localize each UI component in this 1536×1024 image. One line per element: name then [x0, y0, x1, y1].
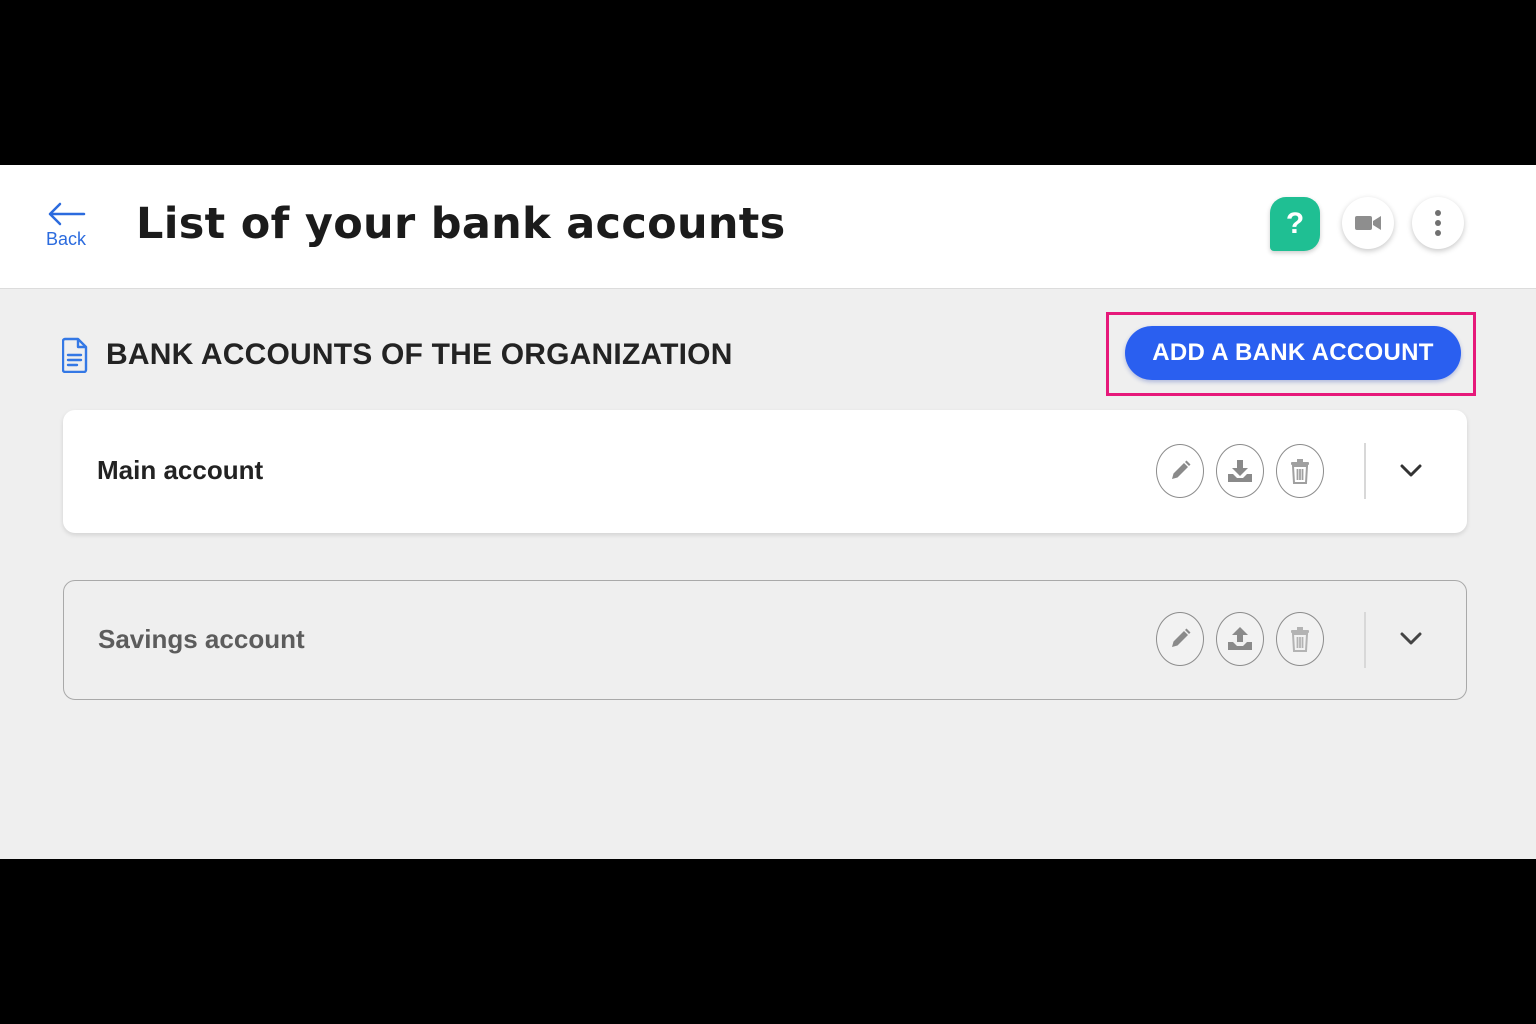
section-title: BANK ACCOUNTS OF THE ORGANIZATION — [106, 338, 733, 371]
pencil-icon — [1172, 628, 1191, 647]
app-window: Back List of your bank accounts ? BANK A… — [0, 165, 1536, 859]
expand-button[interactable] — [1395, 623, 1427, 655]
chevron-down-icon — [1400, 632, 1422, 645]
upload-button[interactable] — [1216, 612, 1264, 666]
expand-button[interactable] — [1395, 455, 1427, 487]
account-name: Main account — [97, 455, 264, 485]
pencil-icon — [1172, 460, 1191, 479]
document-icon — [62, 337, 88, 373]
divider — [1364, 443, 1366, 499]
help-button[interactable]: ? — [1270, 197, 1320, 251]
section-header: BANK ACCOUNTS OF THE ORGANIZATION — [62, 333, 733, 377]
trash-icon — [1291, 459, 1309, 484]
account-name: Savings account — [98, 624, 305, 654]
delete-button[interactable] — [1276, 444, 1324, 498]
question-mark-icon: ? — [1285, 207, 1305, 240]
chevron-down-icon — [1400, 464, 1422, 477]
trash-icon — [1291, 627, 1309, 652]
upload-icon — [1228, 627, 1252, 650]
letterbox-bottom — [0, 859, 1536, 1024]
letterbox-top — [0, 0, 1536, 165]
delete-button[interactable] — [1276, 612, 1324, 666]
account-card-savings: Savings account — [63, 580, 1467, 700]
arrow-left-icon — [48, 202, 86, 226]
edit-button[interactable] — [1156, 612, 1204, 666]
page-title: List of your bank accounts — [136, 199, 786, 249]
video-camera-icon — [1355, 216, 1381, 230]
download-button[interactable] — [1216, 444, 1264, 498]
download-icon — [1228, 460, 1252, 482]
add-bank-account-button[interactable]: ADD A BANK ACCOUNT — [1125, 326, 1461, 380]
page-header: Back List of your bank accounts ? — [0, 165, 1536, 289]
divider — [1364, 612, 1366, 668]
edit-button[interactable] — [1156, 444, 1204, 498]
account-card-main: Main account — [63, 410, 1467, 533]
back-button[interactable]: Back — [40, 201, 92, 261]
more-vertical-icon — [1435, 210, 1441, 236]
more-options-button[interactable] — [1412, 197, 1464, 249]
back-label: Back — [45, 229, 87, 249]
video-button[interactable] — [1342, 197, 1394, 249]
